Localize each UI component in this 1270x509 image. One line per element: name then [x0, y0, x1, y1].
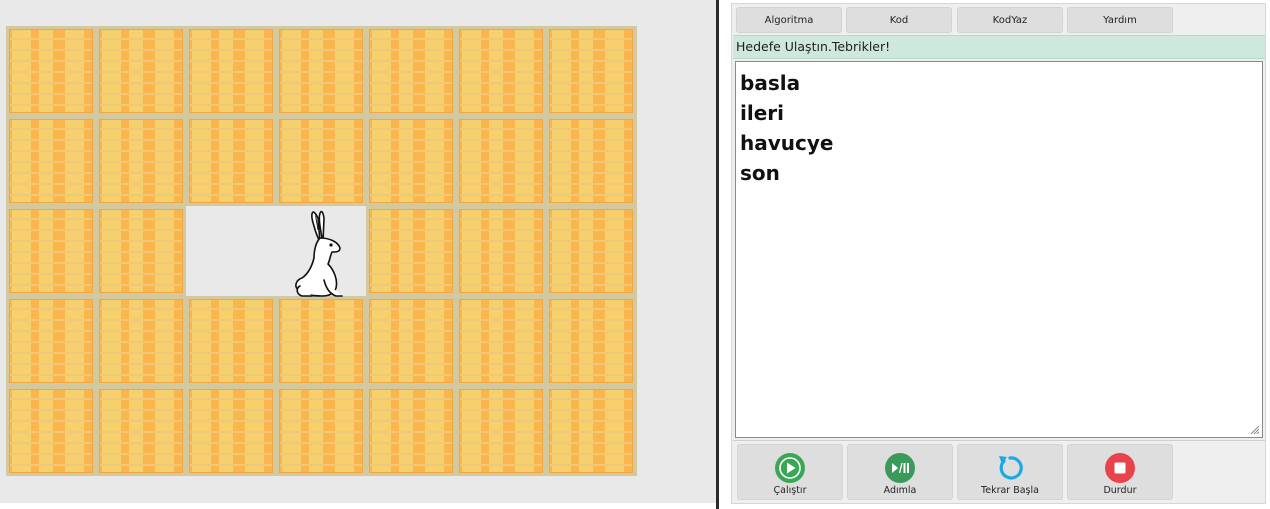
wall-tile [549, 209, 633, 293]
wall-tile [369, 119, 453, 203]
code-panel: Algoritma Kod KodYaz Yardım Hedefe Ulaşt… [731, 3, 1266, 504]
code-line[interactable]: havucye [740, 128, 1258, 158]
wall-tile [459, 389, 543, 473]
wall-tile [459, 209, 543, 293]
run-button[interactable]: Çalıştır [737, 444, 843, 500]
panel-divider[interactable] [716, 0, 719, 509]
wall-tile [99, 299, 183, 383]
wall-tile [279, 29, 363, 113]
wall-tile [279, 119, 363, 203]
restart-icon [999, 456, 1023, 480]
maze-grid [6, 26, 637, 476]
tab-kodyaz[interactable]: KodYaz [957, 7, 1063, 33]
wall-tile [189, 29, 273, 113]
wall-tile [99, 389, 183, 473]
code-editor[interactable]: basla ileri havucye son [735, 61, 1263, 438]
play-icon [775, 453, 805, 483]
wall-tile [9, 119, 93, 203]
wall-tile [9, 209, 93, 293]
step-icon [885, 453, 915, 483]
rabbit-icon [295, 210, 343, 297]
wall-tile [279, 389, 363, 473]
status-message: Hedefe Ulaştın.Tebrikler! [733, 35, 1265, 59]
tab-yardim[interactable]: Yardım [1067, 7, 1173, 33]
stop-label: Durdur [1103, 485, 1137, 496]
tab-algoritma[interactable]: Algoritma [736, 7, 842, 33]
step-label: Adımla [883, 485, 917, 496]
stop-icon [1105, 453, 1135, 483]
control-bar: Çalıştır Adımla Tekrar Başla Durdur [733, 440, 1265, 504]
wall-tile [9, 29, 93, 113]
stop-button[interactable]: Durdur [1067, 444, 1173, 500]
code-line[interactable]: basla [740, 68, 1258, 98]
game-area [0, 0, 716, 503]
wall-tile [369, 389, 453, 473]
wall-tile [189, 299, 273, 383]
code-line[interactable]: son [740, 158, 1258, 188]
wall-tile [9, 389, 93, 473]
restart-button[interactable]: Tekrar Başla [957, 444, 1063, 500]
wall-tile [549, 389, 633, 473]
wall-tile [459, 29, 543, 113]
resize-handle-icon[interactable] [1250, 425, 1260, 435]
wall-tile [369, 299, 453, 383]
run-label: Çalıştır [773, 485, 807, 496]
wall-tile [549, 119, 633, 203]
wall-tile [549, 299, 633, 383]
tab-kod[interactable]: Kod [846, 7, 952, 33]
wall-tile [189, 119, 273, 203]
wall-tile [459, 299, 543, 383]
wall-tile [99, 209, 183, 293]
wall-tile [369, 209, 453, 293]
open-path [186, 206, 366, 297]
wall-tile [549, 29, 633, 113]
wall-tile [9, 299, 93, 383]
code-line[interactable]: ileri [740, 98, 1258, 128]
wall-tile [459, 119, 543, 203]
step-button[interactable]: Adımla [847, 444, 953, 500]
wall-tile [189, 389, 273, 473]
restart-label: Tekrar Başla [981, 485, 1039, 496]
wall-tile [279, 299, 363, 383]
wall-tile [99, 119, 183, 203]
wall-tile [369, 29, 453, 113]
wall-tile [99, 29, 183, 113]
